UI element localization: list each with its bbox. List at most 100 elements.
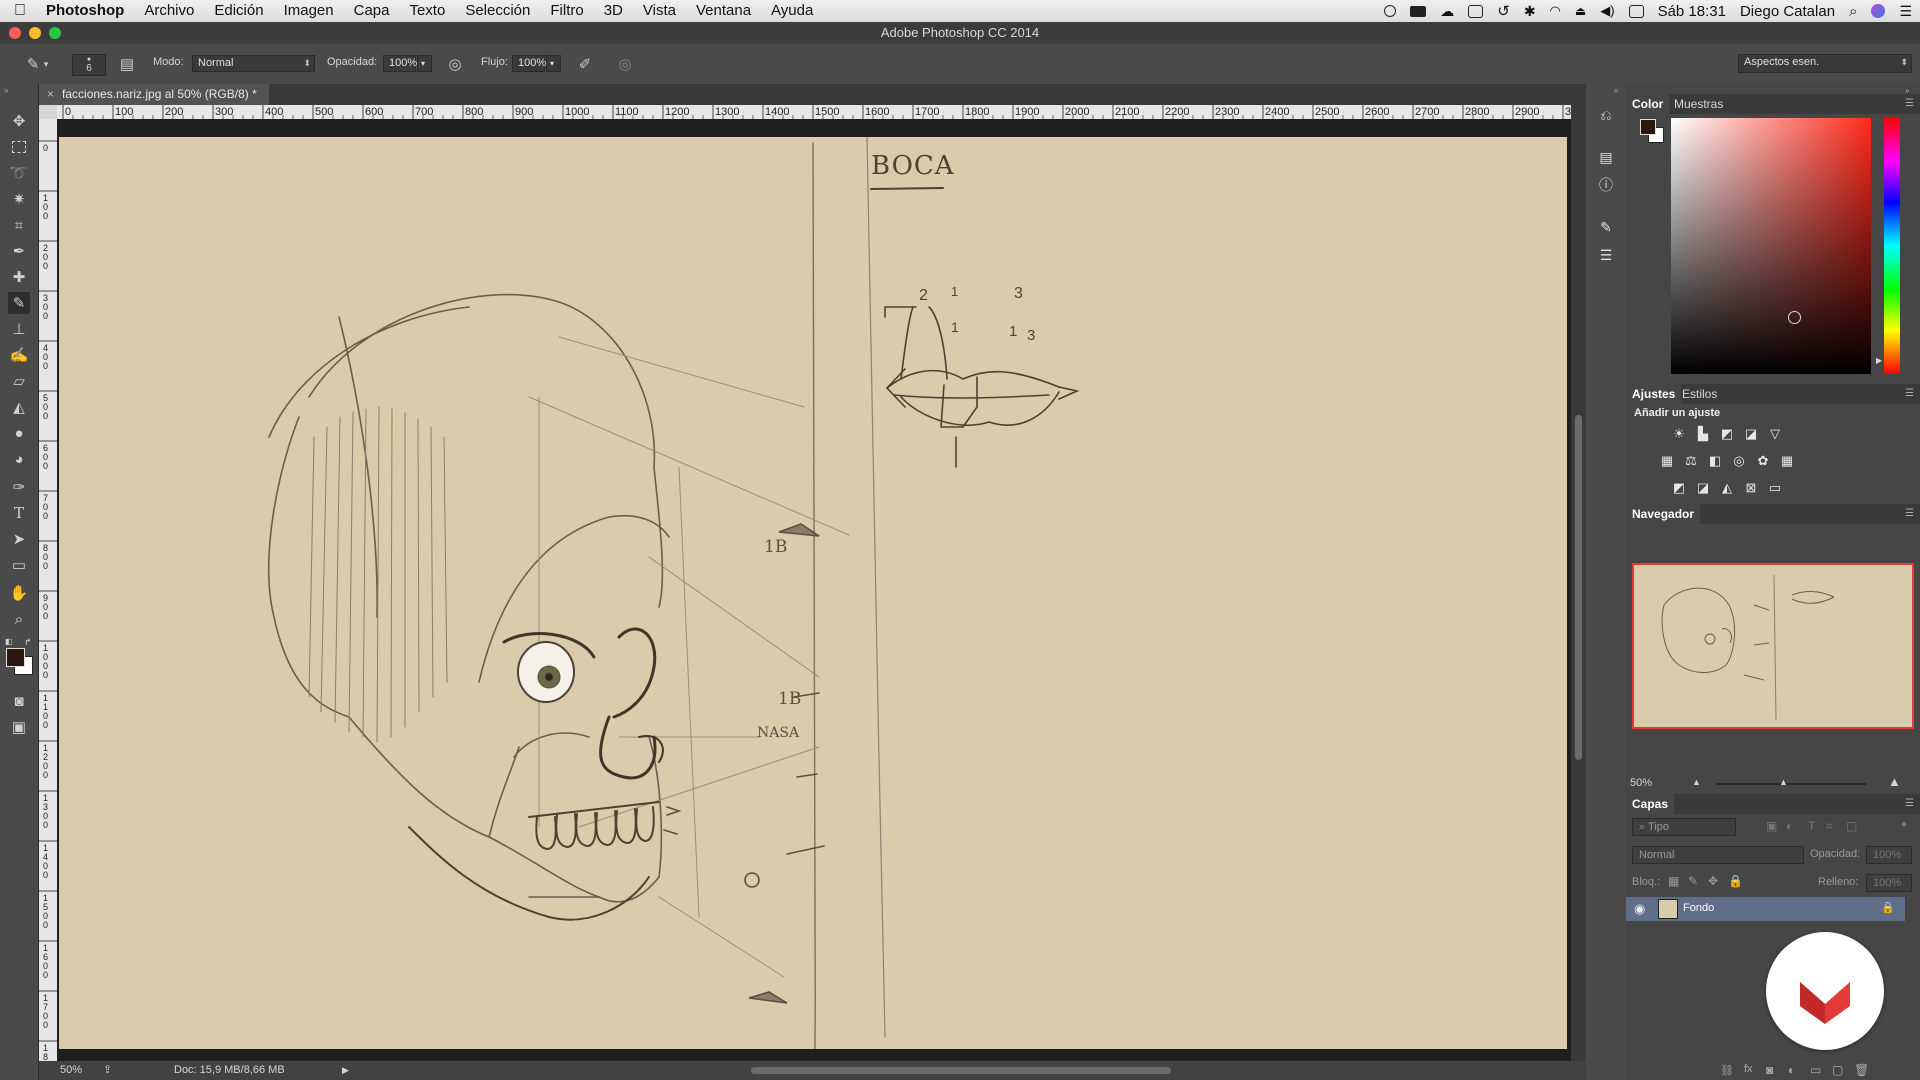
- rectangle-tool-icon[interactable]: ▭: [8, 554, 30, 576]
- layers-blend-select[interactable]: Normal: [1632, 846, 1804, 864]
- document-tab[interactable]: × facciones.nariz.jpg al 50% (RGB/8) *: [39, 84, 269, 105]
- menu-seleccion[interactable]: Selección: [455, 0, 540, 22]
- layers-fill-input[interactable]: 100%: [1866, 874, 1912, 892]
- crop-tool-icon[interactable]: ⌗: [8, 214, 30, 236]
- filter-pixel-icon[interactable]: ▣: [1766, 819, 1777, 833]
- apple-icon[interactable]: : [0, 0, 36, 22]
- layer-name[interactable]: Fondo: [1683, 902, 1714, 914]
- brush-settings-panel-icon[interactable]: ☰: [1595, 244, 1617, 266]
- link-layers-icon[interactable]: ⛓: [1720, 1064, 1734, 1077]
- vertical-ruler[interactable]: 0100200300400500600700800900100011001200…: [39, 119, 57, 1061]
- collapse-panel-icon[interactable]: «: [1614, 86, 1618, 95]
- new-adjustment-icon[interactable]: ◐: [1788, 1063, 1795, 1077]
- brush-presets-panel-icon[interactable]: ✎: [1595, 216, 1617, 238]
- close-tab-icon[interactable]: ×: [47, 87, 54, 101]
- selective-color-icon[interactable]: ⊠: [1742, 480, 1760, 496]
- record-icon[interactable]: [1384, 5, 1397, 17]
- color-balance-icon[interactable]: ⚖: [1682, 453, 1700, 469]
- panel-menu-icon[interactable]: ☰: [1905, 384, 1914, 404]
- zoom-out-icon[interactable]: ▲: [1692, 777, 1701, 787]
- foreground-color-swatch[interactable]: [6, 648, 25, 667]
- invert-icon[interactable]: ◩: [1670, 480, 1688, 496]
- paint-bucket-tool-icon[interactable]: ◭: [8, 396, 30, 418]
- magic-wand-tool-icon[interactable]: ✷: [8, 188, 30, 210]
- layer-visibility-eye-icon[interactable]: ◉: [1634, 901, 1645, 917]
- panel-menu-icon[interactable]: ☰: [1905, 94, 1914, 114]
- input-source-icon[interactable]: [1628, 4, 1644, 18]
- new-group-icon[interactable]: ▭: [1810, 1063, 1821, 1077]
- airplay-icon[interactable]: [1468, 4, 1484, 18]
- lock-pixels-icon[interactable]: ✎: [1688, 874, 1698, 888]
- quick-mask-icon[interactable]: ◙: [8, 690, 30, 712]
- menu-imagen[interactable]: Imagen: [274, 0, 344, 22]
- horizontal-ruler[interactable]: 0 100 200 300 400 500 600 700 800 900 1000 1100 1200…: [39, 105, 1571, 119]
- brightness-icon[interactable]: ☀: [1670, 426, 1688, 442]
- screen-mode-icon[interactable]: ▣: [8, 716, 30, 738]
- hue-slider-arrow-icon[interactable]: ▶: [1876, 356, 1882, 365]
- vertical-scroll-thumb[interactable]: [1575, 415, 1582, 760]
- navigator-preview[interactable]: [1632, 563, 1914, 729]
- layer-style-icon[interactable]: fx: [1744, 1063, 1753, 1075]
- channel-mixer-icon[interactable]: ✿: [1754, 453, 1772, 469]
- document-canvas[interactable]: BOCA 1 2 3 1 1 3 1B 1B NASA: [59, 136, 1567, 1050]
- share-icon[interactable]: ⇪: [103, 1061, 112, 1080]
- tab-color[interactable]: Color: [1626, 94, 1670, 114]
- pressure-size-icon[interactable]: ◎: [614, 53, 636, 75]
- menubar-clock[interactable]: Sáb 18:31: [1658, 3, 1726, 20]
- notification-center-icon[interactable]: ☰: [1899, 3, 1912, 20]
- color-field-picker[interactable]: [1788, 311, 1801, 324]
- add-mask-icon[interactable]: ◙: [1766, 1063, 1773, 1077]
- black-white-icon[interactable]: ◧: [1706, 453, 1724, 469]
- tab-ajustes[interactable]: Ajustes: [1626, 384, 1682, 404]
- dodge-tool-icon[interactable]: ◕: [8, 448, 30, 470]
- clone-stamp-tool-icon[interactable]: ⊥: [8, 318, 30, 340]
- path-selection-tool-icon[interactable]: ➤: [8, 528, 30, 550]
- cloud-icon[interactable]: ☁: [1440, 3, 1454, 20]
- menu-ventana[interactable]: Ventana: [686, 0, 761, 22]
- layers-opacity-input[interactable]: 100%: [1866, 846, 1912, 864]
- tab-capas[interactable]: Capas: [1626, 794, 1675, 814]
- flow-dropdown[interactable]: ▾: [546, 55, 561, 72]
- history-brush-tool-icon[interactable]: ✍: [8, 344, 30, 366]
- move-tool-icon[interactable]: ✥: [8, 110, 30, 132]
- marquee-tool-icon[interactable]: [8, 136, 30, 158]
- volume-icon[interactable]: ◀): [1600, 3, 1614, 19]
- eject-icon[interactable]: ⏏: [1575, 4, 1586, 18]
- pressure-opacity-icon[interactable]: ◎: [444, 53, 466, 75]
- blur-tool-icon[interactable]: ●: [8, 422, 30, 444]
- pen-tool-icon[interactable]: ✑: [8, 476, 30, 498]
- hue-slider[interactable]: [1884, 118, 1900, 374]
- navigator-zoom[interactable]: 50%: [1630, 777, 1652, 789]
- gradient-map-icon[interactable]: ▭: [1766, 480, 1784, 496]
- brush-panel-icon[interactable]: ▤: [116, 53, 138, 75]
- bluetooth-icon[interactable]: ✱: [1524, 3, 1536, 20]
- flow-input[interactable]: 100%: [512, 55, 546, 72]
- zoom-level[interactable]: 50%: [60, 1061, 82, 1080]
- minimize-window-icon[interactable]: [29, 27, 41, 39]
- new-layer-icon[interactable]: ▢: [1832, 1063, 1843, 1077]
- eyedropper-tool-icon[interactable]: ✒: [8, 240, 30, 262]
- brush-tool-icon[interactable]: ✎: [8, 292, 30, 314]
- healing-brush-tool-icon[interactable]: ✚: [8, 266, 30, 288]
- swap-colors-icon[interactable]: ↱: [24, 637, 32, 648]
- tab-muestras[interactable]: Muestras: [1668, 94, 1729, 114]
- zoom-tool-icon[interactable]: ⌕: [8, 608, 30, 630]
- levels-icon[interactable]: ▙: [1694, 426, 1712, 442]
- display-icon[interactable]: [1410, 5, 1427, 17]
- posterize-icon[interactable]: ◪: [1694, 480, 1712, 496]
- delete-layer-icon[interactable]: 🗑: [1854, 1063, 1869, 1077]
- horizontal-scrollbar[interactable]: [751, 1067, 1171, 1074]
- eraser-tool-icon[interactable]: ▱: [8, 370, 30, 392]
- time-machine-icon[interactable]: ↺: [1497, 2, 1510, 20]
- curves-icon[interactable]: ◩: [1718, 426, 1736, 442]
- siri-icon[interactable]: [1871, 4, 1886, 18]
- spotlight-icon[interactable]: ⌕: [1849, 3, 1857, 20]
- history-panel-icon[interactable]: ⎌: [1595, 104, 1617, 126]
- close-window-icon[interactable]: [9, 27, 21, 39]
- wifi-icon[interactable]: ◠: [1550, 3, 1561, 19]
- menu-edicion[interactable]: Edición: [204, 0, 273, 22]
- airbrush-icon[interactable]: ✐: [574, 53, 596, 75]
- menu-vista[interactable]: Vista: [633, 0, 686, 22]
- status-menu-arrow-icon[interactable]: ▶: [342, 1061, 349, 1080]
- exposure-icon[interactable]: ◪: [1742, 426, 1760, 442]
